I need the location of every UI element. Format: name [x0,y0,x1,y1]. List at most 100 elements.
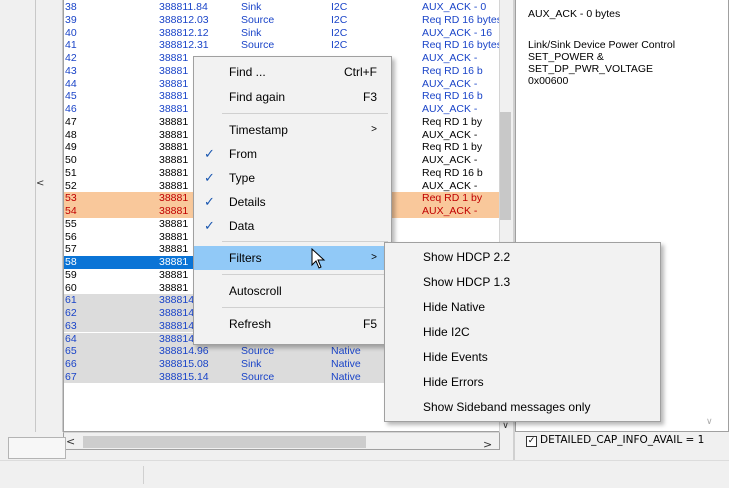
menu-item-label: Autoscroll [229,284,282,298]
check-icon: ✓ [204,218,215,233]
row-index: 44 [65,77,77,90]
row-index: 51 [65,166,77,179]
menu-item-type[interactable]: ✓ Type [194,166,391,190]
menu-item-label: From [229,147,257,161]
row-from: Source [241,370,275,383]
menu-item-data[interactable]: ✓ Data [194,214,391,238]
row-details: Req RD 16 b [422,64,483,77]
menu-item-label: Details [229,195,266,209]
menu-item-refresh[interactable]: Refresh F5 [194,312,391,336]
menu-item-label: Type [229,171,256,185]
row-details: AUX_ACK - [422,128,478,141]
details-line-5: 0x00600 [528,75,569,87]
submenu-item-label: Show HDCP 2.2 [423,250,511,264]
row-index: 45 [65,90,77,103]
details-scroll-down-icon[interactable]: ∨ [706,417,713,427]
cap-info-label: DETAILED_CAP_INFO_AVAIL = 1 [540,434,705,446]
cap-info-checkbox[interactable]: ✓ [526,436,537,447]
row-details: Req RD 16 b [422,166,483,179]
row-timestamp: 388815.08 [159,358,209,370]
row-index: 42 [65,52,77,64]
submenu-item-show-sideband-only[interactable]: Show Sideband messages only [385,395,660,420]
row-index: 52 [65,179,77,192]
details-line-1: AUX_ACK - 0 bytes [528,8,621,20]
row-details: AUX_ACK - [422,154,478,166]
row-index: 64 [65,332,77,345]
row-details: AUX_ACK - [422,205,478,217]
row-from: Sink [241,1,262,13]
row-index: 66 [65,358,77,370]
row-index: 62 [65,307,77,319]
row-timestamp: 388812.03 [159,13,209,26]
table-row[interactable]: 40 388812.12 Sink I2C AUX_ACK - 16 [64,26,499,40]
row-index: 50 [65,154,77,166]
menu-item-label: Refresh [229,317,272,331]
row-details: Req RD 1 by [422,115,483,128]
table-row[interactable]: 38 388811.84 Sink I2C AUX_ACK - 0 [64,1,499,14]
row-details: AUX_ACK - [422,52,478,64]
row-timestamp: 388814.96 [159,345,209,358]
row-details: AUX_ACK - 0 [422,1,487,13]
row-details: Req RD 16 b [422,90,483,103]
menu-item-find[interactable]: Find ... Ctrl+F [194,60,391,84]
row-details: Req RD 1 by [422,192,483,205]
menu-item-label: Filters [229,251,262,265]
left-bottom-field[interactable] [8,437,66,459]
details-scrollbar[interactable] [704,0,719,432]
submenu-item-label: Show Sideband messages only [423,400,591,414]
row-index: 39 [65,13,77,26]
row-index: 58 [65,256,77,268]
submenu-item-label: Hide I2C [423,325,470,339]
check-icon: ✓ [204,146,215,161]
row-type: I2C [331,13,348,26]
row-type: Native [331,345,361,358]
menu-item-label: Find again [229,90,286,104]
menu-item-details[interactable]: ✓ Details [194,190,391,214]
expand-pane-button[interactable]: < [36,178,46,190]
scroll-right-arrow-icon[interactable]: > [483,438,497,452]
submenu-item-show-hdcp-1-3[interactable]: Show HDCP 1.3 [385,270,660,295]
menu-separator [222,307,388,308]
row-type: I2C [331,1,348,13]
row-details: AUX_ACK - [422,103,478,115]
row-index: 46 [65,103,77,115]
submenu-item-hide-i2c[interactable]: Hide I2C [385,320,660,345]
scroll-left-arrow-icon[interactable]: < [66,435,80,449]
row-type: I2C [331,26,348,39]
check-icon: ✓ [204,170,215,185]
menu-item-from[interactable]: ✓ From [194,142,391,166]
row-index: 43 [65,64,77,77]
menu-item-find-again[interactable]: Find again F3 [194,85,391,109]
row-details: AUX_ACK - [422,77,478,90]
menu-item-filters[interactable]: Filters > [194,246,391,270]
submenu-arrow-icon: > [371,252,377,263]
list-horizontal-scroll-thumb[interactable] [83,436,366,448]
row-timestamp: 388811.84 [159,1,208,13]
table-row[interactable]: 41 388812.31 Source I2C Req RD 16 bytes [64,39,499,52]
submenu-item-label: Hide Native [423,300,486,314]
mouse-pointer-icon [311,248,326,269]
row-index: 60 [65,281,77,294]
menu-item-timestamp[interactable]: Timestamp > [194,118,391,142]
menu-item-label: Find ... [229,65,266,79]
menu-item-autoscroll[interactable]: Autoscroll [194,279,391,303]
submenu-item-show-hdcp-2-2[interactable]: Show HDCP 2.2 [385,245,660,270]
submenu-item-hide-native[interactable]: Hide Native [385,295,660,320]
row-index: 55 [65,217,77,230]
row-type: Native [331,358,361,370]
shortcut-label: F5 [362,317,377,331]
collapsed-left-pane [35,0,63,432]
filters-submenu: Show HDCP 2.2 Show HDCP 1.3 Hide Native … [384,242,661,422]
submenu-item-label: Show HDCP 1.3 [423,275,511,289]
row-index: 59 [65,268,77,281]
row-index: 56 [65,230,77,243]
submenu-item-hide-events[interactable]: Hide Events [385,345,660,370]
row-from: Source [241,39,275,52]
row-type: Native [331,370,361,383]
menu-separator [222,241,388,242]
status-bar [0,460,729,488]
table-row[interactable]: 39 388812.03 Source I2C Req RD 16 bytes [64,13,499,27]
details-line-3: SET_POWER & [528,51,604,63]
submenu-item-hide-errors[interactable]: Hide Errors [385,370,660,395]
list-vertical-scroll-thumb[interactable] [500,112,511,220]
